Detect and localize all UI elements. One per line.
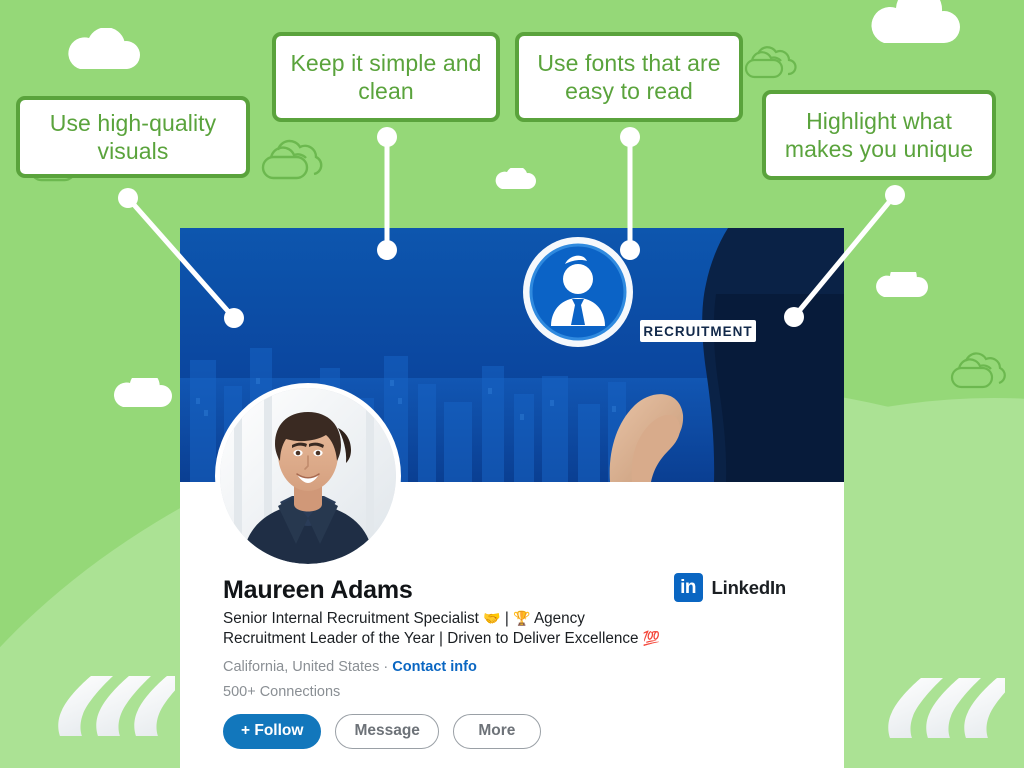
banner-recruitment-label: RECRUITMENT (640, 320, 756, 342)
profile-headline: Senior Internal Recruitment Specialist 🤝… (223, 609, 663, 650)
headline-separator-1: | (504, 610, 509, 627)
hundred-points-emoji-icon: 💯 (642, 630, 661, 647)
linkedin-logo-icon: in (673, 573, 703, 602)
location-text: California, United States (223, 658, 380, 675)
linkedin-brand-name: LinkedIn (711, 576, 787, 598)
message-button[interactable]: Message (335, 713, 439, 749)
handshake-emoji-icon: 🤝 (483, 610, 501, 626)
cloud-outline-icon (948, 350, 1014, 392)
cloud-icon (112, 378, 172, 408)
cloud-icon (874, 272, 928, 298)
svg-text:RECRUITMENT: RECRUITMENT (643, 324, 752, 339)
bullet-separator: · (383, 658, 389, 675)
swoosh-decoration (885, 678, 1005, 738)
headline-text-3: Driven to Deliver Excellence (447, 630, 639, 648)
more-button[interactable]: More (452, 713, 541, 749)
linkedin-profile-card: RECRUITMENT Maureen Adams Senior Interna… (180, 228, 844, 768)
callout-highlight-what-makes-you-unique: Highlight what makes you unique (762, 90, 996, 180)
contact-info-link[interactable]: Contact info (392, 659, 477, 675)
cloud-icon (868, 0, 960, 44)
callout-use-fonts-easy-to-read: Use fonts that are easy to read (515, 32, 743, 122)
swoosh-decoration (55, 676, 175, 736)
cloud-outline-icon (258, 138, 334, 182)
callout-use-high-quality-visuals: Use high-quality visuals (16, 96, 250, 178)
profile-location-row: California, United States · Contact info (223, 659, 693, 675)
page-title: Maureen Adams (223, 576, 413, 604)
cloud-icon (494, 168, 536, 190)
follow-button[interactable]: + Follow (223, 713, 322, 749)
profile-action-buttons: + Follow Message More (223, 713, 693, 749)
headline-text-1: Senior Internal Recruitment Specialist (223, 610, 479, 627)
profile-info: Maureen Adams Senior Internal Recruitmen… (223, 576, 693, 749)
avatar[interactable] (215, 383, 401, 569)
infographic-canvas: RECRUITMENT Maureen Adams Senior Interna… (0, 0, 1024, 768)
callout-keep-it-simple-and-clean: Keep it simple and clean (272, 32, 500, 122)
linkedin-brand: in LinkedIn (673, 573, 787, 602)
cloud-outline-icon (742, 44, 802, 80)
connections-count: 500+ Connections (223, 683, 341, 700)
trophy-emoji-icon: 🏆 (513, 610, 531, 626)
headline-separator-2: | (439, 630, 443, 648)
cloud-icon (62, 28, 140, 70)
